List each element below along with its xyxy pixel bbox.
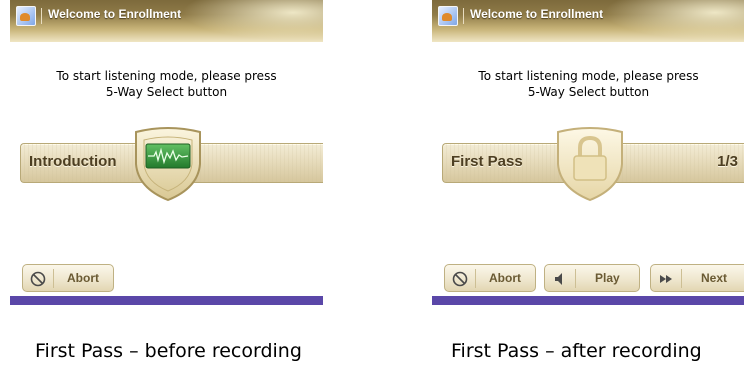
pass-counter: 1/3 [717, 153, 738, 170]
play-label: Play [595, 271, 620, 285]
fast-forward-icon [660, 275, 672, 283]
app-icon[interactable] [438, 6, 458, 26]
title-bar: Welcome to Enrollment [432, 0, 744, 42]
title-bar: Welcome to Enrollment [10, 0, 323, 42]
instruction-line-1: To start listening mode, please press [56, 69, 277, 83]
progress-stage-label: Introduction [29, 153, 117, 170]
instruction-line-2: 5-Way Select button [105, 85, 228, 99]
progress-stage-label: First Pass [451, 153, 523, 170]
cancel-icon [452, 271, 468, 287]
enrollment-screen-after: Welcome to Enrollment To start listening… [432, 0, 744, 305]
instruction-line-1: To start listening mode, please press [478, 69, 699, 83]
title-separator [463, 8, 464, 24]
next-button[interactable]: Next [650, 264, 744, 292]
abort-button[interactable]: Abort [444, 264, 536, 292]
speaker-icon [555, 273, 562, 285]
padlock-shield-icon [552, 126, 628, 204]
instruction-text: To start listening mode, please press 5-… [10, 68, 323, 100]
play-button[interactable]: Play [544, 264, 640, 292]
caption-before: First Pass – before recording [35, 340, 302, 362]
enrollment-screen-before: Welcome to Enrollment To start listening… [10, 0, 323, 305]
title-separator [41, 8, 42, 24]
title-bar-sheen [595, 0, 744, 42]
window-title: Welcome to Enrollment [48, 7, 182, 21]
cancel-icon [30, 271, 46, 287]
bottom-menu-bar [10, 296, 323, 305]
button-separator [53, 269, 54, 288]
abort-label: Abort [489, 271, 521, 285]
abort-label: Abort [67, 271, 99, 285]
button-separator [681, 269, 682, 288]
instruction-text: To start listening mode, please press 5-… [432, 68, 744, 100]
button-separator [575, 269, 576, 288]
waveform-shield-icon [130, 126, 206, 204]
button-separator [475, 269, 476, 288]
bottom-menu-bar [432, 296, 744, 305]
app-icon[interactable] [16, 6, 36, 26]
instruction-line-2: 5-Way Select button [527, 85, 650, 99]
abort-button[interactable]: Abort [22, 264, 114, 292]
window-title: Welcome to Enrollment [470, 7, 604, 21]
caption-after: First Pass – after recording [451, 340, 702, 362]
next-label: Next [701, 271, 728, 285]
title-bar-sheen [173, 0, 323, 42]
